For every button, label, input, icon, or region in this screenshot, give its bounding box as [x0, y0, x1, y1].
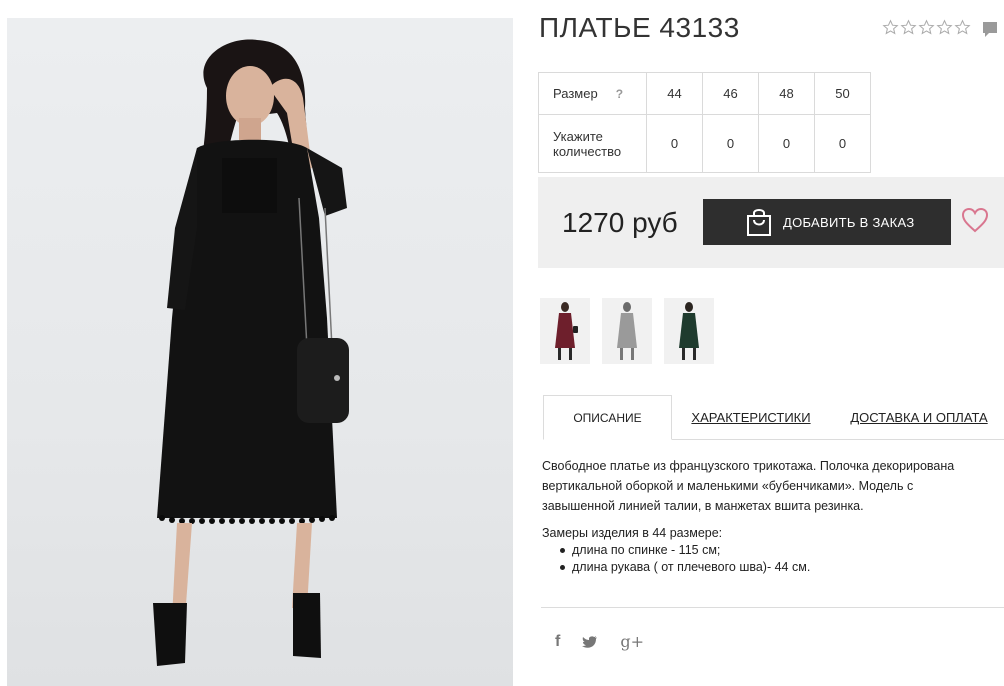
- description-text-block: Свободное платье из французского трикота…: [542, 456, 962, 516]
- facebook-icon[interactable]: f: [555, 633, 560, 651]
- quantity-label-line1: Укажите: [553, 128, 603, 144]
- social-share: f g+: [555, 632, 644, 651]
- product-tabs: ОПИСАНИЕ ХАРАКТЕРИСТИКИ ДОСТАВКА И ОПЛАТ…: [543, 395, 1004, 440]
- star-empty-icon[interactable]: [882, 19, 899, 36]
- size-quantity-table: Размер? 44 46 48 50 Укажите количество 0…: [538, 72, 871, 173]
- size-46: 46: [702, 72, 759, 115]
- heart-icon[interactable]: [961, 207, 989, 233]
- quantity-input-44[interactable]: 0: [646, 114, 703, 173]
- thumb-grey[interactable]: [602, 298, 652, 364]
- star-empty-icon[interactable]: [918, 19, 935, 36]
- thumb-green[interactable]: [664, 298, 714, 364]
- thumb-burgundy-image: [555, 302, 578, 360]
- product-main-photo[interactable]: [7, 18, 513, 686]
- shopping-bag-icon: [747, 209, 771, 236]
- tab-characteristics[interactable]: ХАРАКТЕРИСТИКИ: [681, 395, 821, 440]
- measurements-block: Замеры изделия в 44 размере: длина по сп…: [542, 526, 810, 576]
- size-44: 44: [646, 72, 703, 115]
- measurements-list: длина по спинке - 115 см; длина рукава (…: [542, 542, 810, 576]
- measurements-title: Замеры изделия в 44 размере:: [542, 526, 723, 540]
- quantity-label-cell: Укажите количество: [538, 114, 647, 173]
- star-empty-icon[interactable]: [900, 19, 917, 36]
- star-empty-icon[interactable]: [954, 19, 971, 36]
- buy-box: 1270 руб ДОБАВИТЬ В ЗАКАЗ: [538, 177, 1004, 268]
- tab-description[interactable]: ОПИСАНИЕ: [543, 395, 672, 440]
- divider: [541, 607, 1004, 608]
- size-label: Размер: [553, 86, 598, 101]
- quantity-input-50[interactable]: 0: [814, 114, 871, 173]
- star-empty-icon[interactable]: [936, 19, 953, 36]
- thumb-grey-image: [617, 302, 637, 360]
- add-to-order-button[interactable]: ДОБАВИТЬ В ЗАКАЗ: [703, 199, 951, 245]
- size-label-cell: Размер?: [538, 72, 647, 115]
- twitter-icon[interactable]: [582, 635, 598, 649]
- measurement-item: длина рукава ( от плечевого шва)- 44 см.: [559, 560, 811, 574]
- price: 1270 руб: [562, 207, 678, 238]
- tab-delivery-payment[interactable]: ДОСТАВКА И ОПЛАТА: [839, 395, 999, 440]
- thumb-burgundy[interactable]: [540, 298, 590, 364]
- quantity-label-line2: количество: [553, 143, 622, 159]
- thumb-green-image: [679, 302, 699, 360]
- google-plus-icon[interactable]: g+: [620, 632, 644, 651]
- size-48: 48: [758, 72, 815, 115]
- measurement-item: длина по спинке - 115 см;: [559, 542, 810, 559]
- quantity-input-48[interactable]: 0: [758, 114, 815, 173]
- add-to-order-label: ДОБАВИТЬ В ЗАКАЗ: [783, 214, 915, 230]
- quantity-input-46[interactable]: 0: [702, 114, 759, 173]
- comment-icon[interactable]: [982, 21, 998, 39]
- description-text: Свободное платье из французского трикота…: [542, 459, 955, 513]
- product-title: ПЛАТЬЕ 43133: [539, 12, 740, 43]
- size-50: 50: [814, 72, 871, 115]
- rating-stars[interactable]: [882, 19, 971, 36]
- color-thumbnails: [540, 298, 714, 364]
- size-help-icon[interactable]: ?: [616, 87, 623, 101]
- model-in-black-dress-illustration: [153, 39, 349, 666]
